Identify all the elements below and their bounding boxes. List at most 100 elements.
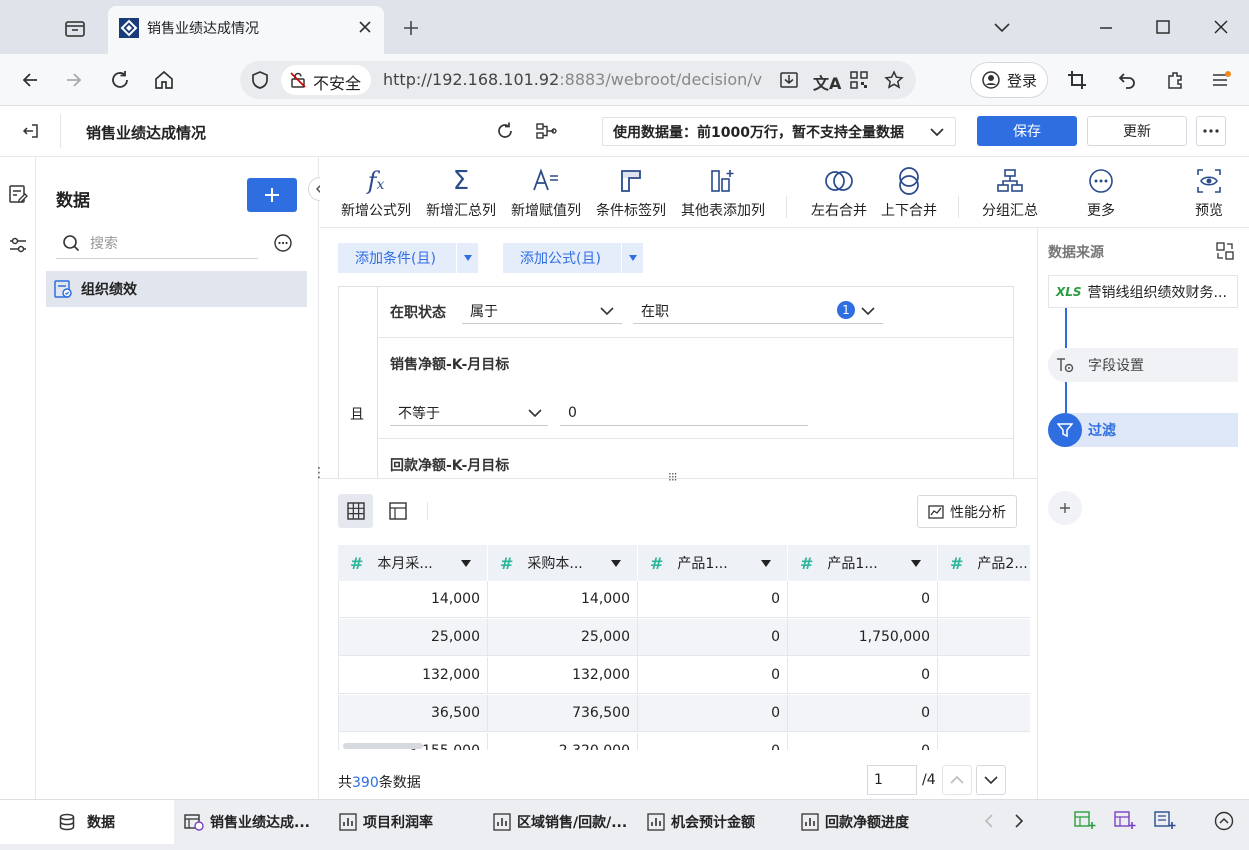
operator-select[interactable]: 不等于 xyxy=(390,400,548,426)
column-header[interactable]: # 本月采... xyxy=(338,545,488,581)
qr-code-icon[interactable] xyxy=(849,70,869,90)
data-usage-select[interactable]: 使用数据量：前1000万行，暂不支持全量数据 xyxy=(602,117,956,146)
add-dashboard-icon[interactable] xyxy=(1154,810,1176,830)
add-step-button[interactable] xyxy=(1048,491,1082,525)
merge-left-right-button[interactable]: 左右合并 xyxy=(808,162,870,220)
translate-icon[interactable]: 文A xyxy=(813,70,841,94)
database-icon xyxy=(59,813,75,830)
refresh-icon[interactable] xyxy=(495,121,515,141)
page-down-button[interactable] xyxy=(976,765,1006,795)
tab-scroll-right-icon[interactable] xyxy=(1013,813,1025,829)
data-source-item[interactable]: XLS 营销线组织绩效财务... xyxy=(1048,275,1238,308)
tab-close-icon[interactable] xyxy=(357,19,373,35)
more-options-button[interactable] xyxy=(1196,116,1226,146)
page-up-button[interactable] xyxy=(942,765,972,795)
list-item[interactable]: 组织绩效 xyxy=(46,271,307,307)
switch-source-icon[interactable] xyxy=(1216,242,1234,260)
undo-icon[interactable] xyxy=(1117,70,1137,90)
caret-down-icon[interactable] xyxy=(611,560,621,567)
and-divider xyxy=(377,286,378,478)
layout-view-button[interactable] xyxy=(380,494,415,528)
column-header[interactable]: # 产品1... xyxy=(638,545,788,581)
shield-icon[interactable] xyxy=(250,70,270,90)
bottom-tab-label: 区域销售/回款/... xyxy=(517,814,628,831)
caret-down-icon xyxy=(464,255,472,261)
extensions-icon[interactable] xyxy=(1165,70,1185,90)
component-icon xyxy=(184,813,204,831)
bottom-tab-chart[interactable]: 机会预计金额 xyxy=(647,799,787,844)
new-tab-icon[interactable] xyxy=(402,19,420,37)
download-icon[interactable] xyxy=(779,70,799,90)
add-condition-button[interactable]: 添加条件(且) xyxy=(338,243,478,273)
caret-down-icon[interactable] xyxy=(461,560,471,567)
condition-tag-column-button[interactable]: 条件标签列 xyxy=(592,162,670,220)
new-assign-column-button[interactable]: 新增赋值列 xyxy=(507,162,585,220)
add-table-icon[interactable] xyxy=(1074,810,1096,830)
home-icon[interactable] xyxy=(153,69,175,91)
chart-icon xyxy=(339,812,357,831)
toolbar-divider xyxy=(958,196,959,218)
caret-down-icon xyxy=(629,255,637,261)
value-input[interactable]: 0 xyxy=(560,400,808,426)
bottom-tab-chart[interactable]: 项目利润率 xyxy=(339,799,477,844)
merge-up-down-button[interactable]: 上下合并 xyxy=(878,162,940,220)
add-column-icon xyxy=(711,170,734,192)
update-button[interactable]: 更新 xyxy=(1087,116,1187,146)
login-button[interactable]: 登录 xyxy=(970,62,1048,98)
browser-menu-icon[interactable] xyxy=(1210,69,1232,91)
caret-down-icon[interactable] xyxy=(761,560,771,567)
caret-down-icon[interactable] xyxy=(911,560,921,567)
performance-analysis-button[interactable]: 性能分析 xyxy=(917,495,1017,528)
settings-sliders-icon[interactable] xyxy=(8,235,28,255)
login-label: 登录 xyxy=(1007,71,1038,90)
page-input[interactable]: 1 xyxy=(867,765,917,795)
value-select[interactable]: 在职 1 xyxy=(633,298,883,324)
filter-step-label: 过滤 xyxy=(1088,423,1116,439)
flow-icon[interactable] xyxy=(535,121,557,141)
formula-icon: fx xyxy=(367,167,385,195)
add-formula-button[interactable]: 添加公式(且) xyxy=(503,243,643,273)
more-button[interactable]: 更多 xyxy=(1070,162,1132,220)
window-close-icon[interactable] xyxy=(1212,18,1230,36)
field-settings-step[interactable]: 字段设置 xyxy=(1048,348,1238,382)
column-header[interactable]: # 产品2... xyxy=(938,545,1030,581)
back-arrow-icon[interactable] xyxy=(20,70,40,90)
tab-overview-icon[interactable] xyxy=(63,17,87,39)
grid-icon xyxy=(346,502,365,520)
preview-button[interactable]: 预览 xyxy=(1180,162,1238,220)
data-edit-icon[interactable] xyxy=(8,184,28,204)
column-header[interactable]: # 产品1... xyxy=(788,545,938,581)
crop-icon[interactable] xyxy=(1067,70,1087,90)
operator-select[interactable]: 属于 xyxy=(462,298,622,324)
reload-icon[interactable] xyxy=(109,69,131,91)
add-component-icon[interactable] xyxy=(1114,810,1136,830)
url-text[interactable]: http://192.168.101.92:8883/webroot/decis… xyxy=(383,70,773,89)
expand-up-icon[interactable] xyxy=(1214,811,1234,831)
resize-handle-horizontal[interactable]: ⁝⁝⁝ xyxy=(668,470,678,484)
bottom-tab-component[interactable]: 销售业绩达成... xyxy=(184,799,334,844)
table-view-button[interactable] xyxy=(338,494,373,528)
forward-arrow-icon[interactable] xyxy=(64,70,84,90)
favorite-star-icon[interactable] xyxy=(884,70,904,90)
tab-scroll-left-icon[interactable] xyxy=(983,813,995,829)
save-button[interactable]: 保存 xyxy=(977,116,1077,146)
bottom-tab-data[interactable]: 数据 xyxy=(58,799,115,844)
add-column-from-other-table-button[interactable]: 其他表添加列 xyxy=(677,162,769,220)
maximize-icon[interactable] xyxy=(1155,19,1171,35)
bottom-tab-chart[interactable]: 回款净额进度 xyxy=(801,799,941,844)
new-formula-column-button[interactable]: fx 新增公式列 xyxy=(337,162,415,220)
column-header[interactable]: # 采购本... xyxy=(488,545,638,581)
exit-icon[interactable] xyxy=(22,122,40,140)
filter-step[interactable]: 过滤 xyxy=(1048,413,1238,447)
minimize-icon[interactable] xyxy=(1098,20,1114,36)
tab-list-chevron-icon[interactable] xyxy=(993,20,1011,34)
group-summary-button[interactable]: 分组汇总 xyxy=(979,162,1041,220)
total-suffix: 条数据 xyxy=(378,775,421,791)
new-summary-column-button[interactable]: Σ 新增汇总列 xyxy=(422,162,500,220)
bottom-tab-chart[interactable]: 区域销售/回款/... xyxy=(493,799,638,844)
bottom-tab-label: 销售业绩达成... xyxy=(210,814,310,831)
search-input[interactable]: 搜索 xyxy=(56,228,258,259)
search-options-icon[interactable] xyxy=(273,233,293,253)
row-scrollbar[interactable] xyxy=(343,743,423,749)
add-data-button[interactable] xyxy=(247,178,297,212)
